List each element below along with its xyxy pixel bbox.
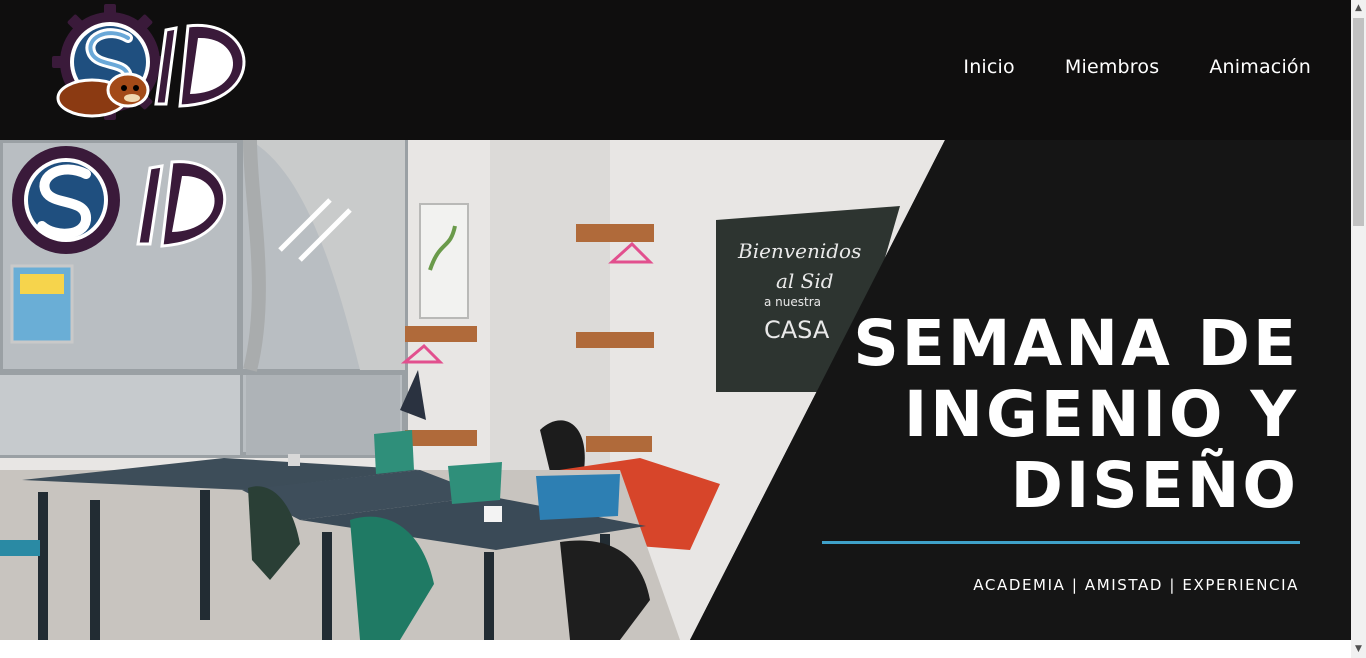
vertical-scrollbar[interactable]: ▲ ▼: [1351, 0, 1366, 658]
hero-title-line-2: INGENIO Y: [903, 378, 1299, 451]
logo-letters: [154, 24, 246, 108]
scrollbar-thumb[interactable]: [1353, 18, 1364, 226]
hero-banner: Bienvenidos al Sid a nuestra CASA SEMANA…: [0, 140, 1351, 640]
page-content-start: [0, 640, 1351, 658]
nav-link-animacion[interactable]: Animación: [1209, 56, 1311, 78]
site-logo[interactable]: [48, 2, 260, 130]
scroll-down-icon[interactable]: ▼: [1351, 641, 1366, 658]
nav-link-inicio[interactable]: Inicio: [963, 56, 1014, 78]
chalkboard-text-2: al Sid: [776, 269, 834, 293]
main-nav: Inicio Miembros Animación: [963, 56, 1311, 78]
chalkboard-text-3: a nuestra: [764, 295, 821, 309]
navbar: Inicio Miembros Animación: [0, 0, 1351, 140]
accent-divider: [822, 541, 1300, 544]
hero-title-line-3: DISEÑO: [1010, 449, 1299, 522]
nav-link-miembros[interactable]: Miembros: [1065, 56, 1159, 78]
page: Inicio Miembros Animación Bienvenidos al…: [0, 0, 1366, 658]
hero-title-line-1: SEMANA DE: [853, 307, 1299, 380]
hero-tagline: ACADEMIA | AMISTAD | EXPERIENCIA: [973, 576, 1299, 594]
scroll-up-icon[interactable]: ▲: [1351, 0, 1366, 17]
hero-title: SEMANA DE INGENIO Y DISEÑO: [779, 308, 1299, 521]
chalkboard-text-1: Bienvenidos: [737, 239, 861, 263]
